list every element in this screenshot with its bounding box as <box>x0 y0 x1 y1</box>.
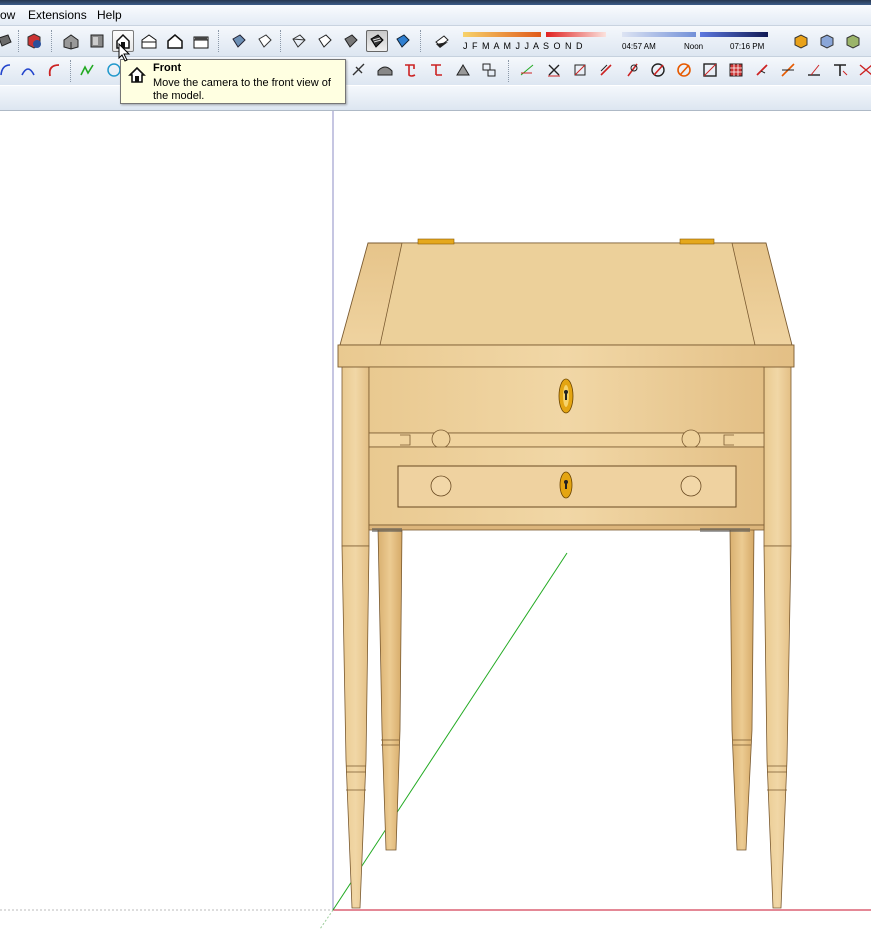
toolbar-separator <box>218 30 221 52</box>
solid-tool-14-icon[interactable] <box>855 59 871 81</box>
sandbox-grid-icon[interactable] <box>478 59 500 81</box>
solid-tool-10-icon[interactable] <box>751 59 773 81</box>
month-labels: J F M A M J J A S O N D <box>463 41 584 51</box>
freehand-icon[interactable] <box>77 59 99 81</box>
time-slider-end[interactable] <box>700 32 768 37</box>
sandbox-drape-icon[interactable] <box>400 59 422 81</box>
sandbox-stamp-icon[interactable] <box>374 59 396 81</box>
solid-tool-7-icon[interactable] <box>673 59 695 81</box>
solid-tool-11-icon[interactable] <box>777 59 799 81</box>
back-edges-icon[interactable] <box>254 30 276 52</box>
solid-tool-12-icon[interactable] <box>803 59 825 81</box>
front-right-leg <box>763 365 792 909</box>
shaded-textures-icon[interactable] <box>366 30 388 52</box>
hidden-line-icon[interactable] <box>314 30 336 52</box>
tooltip-description: Move the camera to the front view of the… <box>153 77 331 102</box>
writing-slide <box>368 432 765 448</box>
left-hinge <box>417 238 455 245</box>
time-noon-label: Noon <box>684 42 704 51</box>
time-start-label: 04:57 AM <box>622 42 656 51</box>
solid-tool-3-icon[interactable] <box>569 59 591 81</box>
toolbar-separator <box>18 30 21 52</box>
cube-blue-icon[interactable] <box>816 30 838 52</box>
toolbar-separator <box>70 60 73 82</box>
solid-tool-9-icon[interactable] <box>725 59 747 81</box>
solid-tool-8-icon[interactable] <box>699 59 721 81</box>
time-end-label: 07:16 PM <box>730 42 765 51</box>
menu-bar: ow Extensions Help <box>0 5 871 26</box>
solid-tool-4-icon[interactable] <box>595 59 617 81</box>
back-right-leg <box>729 527 755 851</box>
toolbar-separator <box>280 30 283 52</box>
back-view-icon[interactable] <box>164 30 186 52</box>
solid-tool-1-icon[interactable] <box>516 59 538 81</box>
front-left-leg <box>341 365 370 909</box>
right-hinge <box>679 238 715 245</box>
toolbar-separator <box>51 30 54 52</box>
menu-help[interactable]: Help <box>97 8 122 22</box>
solid-tool-13-icon[interactable] <box>829 59 851 81</box>
left-view-icon[interactable] <box>190 30 212 52</box>
toolbar-separator <box>508 60 511 82</box>
month-slider[interactable] <box>463 32 541 37</box>
time-slider[interactable] <box>622 32 696 37</box>
sandbox-smoove-icon[interactable] <box>348 59 370 81</box>
solid-tool-6-icon[interactable] <box>647 59 669 81</box>
upper-keyhole-escutcheon <box>558 378 574 414</box>
model-canvas <box>0 111 871 930</box>
mouse-cursor-icon <box>118 43 131 62</box>
cube-orange-icon[interactable] <box>790 30 812 52</box>
tooltip-title: Front <box>153 62 182 74</box>
drawer-knob-right <box>680 475 702 497</box>
drawer-knob-left <box>430 475 452 497</box>
sandbox-flip-icon[interactable] <box>452 59 474 81</box>
top-view-icon[interactable] <box>86 30 108 52</box>
tooltip: Front Move the camera to the front view … <box>120 59 346 104</box>
slide-knob-right <box>681 429 701 449</box>
back-left-leg <box>377 527 403 851</box>
paint-bucket-icon[interactable] <box>0 30 16 52</box>
two-point-arc-icon[interactable] <box>17 59 39 81</box>
menu-window[interactable]: ow <box>0 8 15 22</box>
solid-tool-2-icon[interactable] <box>543 59 565 81</box>
shaded-icon[interactable] <box>340 30 362 52</box>
menu-extensions[interactable]: Extensions <box>28 8 87 22</box>
sandbox-detail-icon[interactable] <box>426 59 448 81</box>
month-slider-end[interactable] <box>546 32 606 37</box>
desk-lid <box>337 242 795 368</box>
arc-icon[interactable] <box>0 59 16 81</box>
solid-tool-5-icon[interactable] <box>621 59 643 81</box>
toolbar-separator <box>420 30 423 52</box>
wireframe-icon[interactable] <box>288 30 310 52</box>
iso-view-icon[interactable] <box>60 30 82 52</box>
monochrome-icon[interactable] <box>392 30 414 52</box>
house-front-icon <box>128 66 146 83</box>
cube-green-icon[interactable] <box>842 30 864 52</box>
xray-icon[interactable] <box>228 30 250 52</box>
modeling-viewport[interactable] <box>0 111 871 930</box>
right-view-icon[interactable] <box>138 30 160 52</box>
shadows-toggle-icon[interactable] <box>431 30 453 52</box>
warehouse-icon[interactable] <box>23 30 45 52</box>
pie-arc-icon[interactable] <box>43 59 65 81</box>
slide-knob-left <box>431 429 451 449</box>
drawer-keyhole-escutcheon <box>559 471 573 499</box>
green-axis-dashed <box>319 909 334 930</box>
